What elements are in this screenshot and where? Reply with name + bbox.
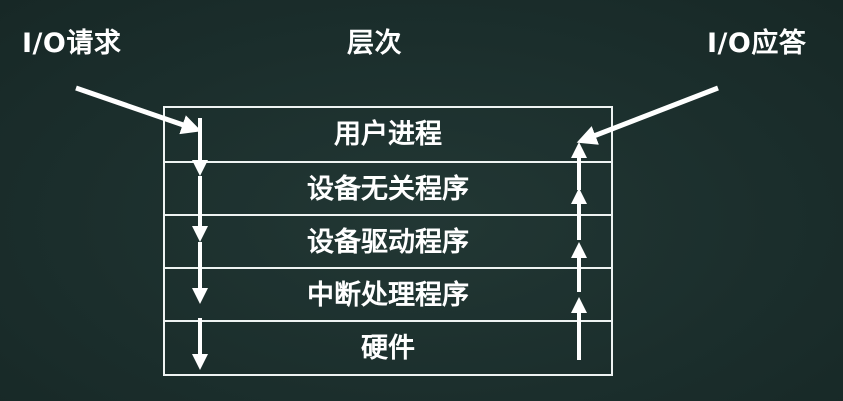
- io-request-label: I/O请求: [22, 28, 122, 59]
- layer-hardware: 硬件: [165, 320, 611, 373]
- layer-interrupt-handler: 中断处理程序: [165, 267, 611, 320]
- layer-user-process: 用户进程: [334, 119, 442, 150]
- layer-device-driver: 设备驱动程序: [165, 214, 611, 267]
- diagram-canvas: I/O请求 层次 I/O应答 用户进程 设备无关程序 设备驱动程序 中断处理程序…: [0, 0, 843, 401]
- layers-title: 层次: [347, 28, 402, 59]
- io-layer-stack: 用户进程 设备无关程序 设备驱动程序 中断处理程序 硬件: [163, 106, 613, 376]
- io-response-label: I/O应答: [707, 28, 807, 59]
- layer-device-independent: 设备无关程序: [165, 161, 611, 214]
